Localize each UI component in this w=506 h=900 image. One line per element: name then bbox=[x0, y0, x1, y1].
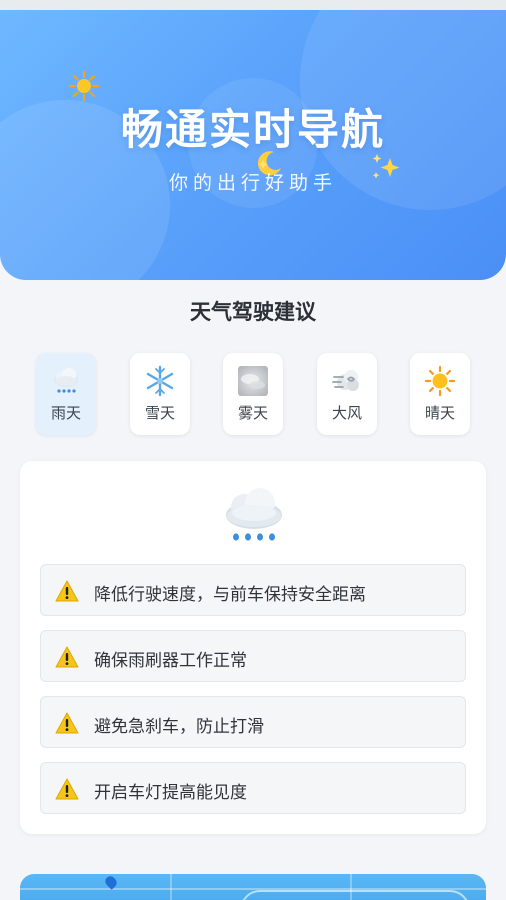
hero-banner: 畅通实时导航 你的出行好助手 bbox=[0, 10, 506, 280]
warning-icon bbox=[55, 712, 79, 734]
weather-tab-label: 雪天 bbox=[144, 404, 175, 422]
advice-tip: 确保雨刷器工作正常 bbox=[40, 630, 466, 682]
advice-tip-text: 开启车灯提高能见度 bbox=[94, 783, 247, 803]
snowflake-icon bbox=[146, 365, 174, 397]
weather-tab-sunny[interactable]: 晴天 bbox=[410, 353, 470, 435]
warning-icon bbox=[55, 646, 79, 668]
weather-tab-fog[interactable]: 雾天 bbox=[223, 353, 283, 435]
section-title: 天气驾驶建议 bbox=[190, 300, 316, 324]
weather-tab-label: 雨天 bbox=[50, 404, 81, 422]
sun-icon bbox=[424, 365, 456, 397]
advice-tip: 降低行驶速度，与前车保持安全距离 bbox=[40, 564, 466, 616]
advice-tip: 开启车灯提高能见度 bbox=[40, 762, 466, 814]
rain-cloud-icon bbox=[54, 368, 78, 393]
weather-tab-wind[interactable]: 大风 bbox=[317, 353, 377, 435]
weather-tab-snow[interactable]: 雪天 bbox=[130, 353, 190, 435]
advice-tip-text: 降低行驶速度，与前车保持安全距离 bbox=[94, 585, 366, 605]
advice-tip-text: 确保雨刷器工作正常 bbox=[94, 651, 247, 671]
map-overlay-button[interactable] bbox=[240, 890, 470, 900]
driving-advice-card: 降低行驶速度，与前车保持安全距离 确保雨刷器工作正常 避免急刹车，防止打滑 开启… bbox=[20, 461, 486, 834]
advice-tip-text: 避免急刹车，防止打滑 bbox=[94, 717, 264, 737]
weather-tab-rain[interactable]: 雨天 bbox=[36, 353, 96, 435]
warning-icon bbox=[55, 778, 79, 800]
wind-icon bbox=[332, 370, 359, 391]
weather-tab-label: 大风 bbox=[331, 404, 362, 422]
fog-icon bbox=[238, 366, 268, 396]
map-road bbox=[170, 874, 172, 900]
advice-tip: 避免急刹车，防止打滑 bbox=[40, 696, 466, 748]
status-bar-strip bbox=[0, 0, 506, 10]
rain-cloud-icon bbox=[226, 488, 282, 541]
hero-title: 畅通实时导航 bbox=[120, 105, 385, 154]
map-preview-card[interactable] bbox=[20, 874, 486, 900]
hero-subtitle: 你的出行好助手 bbox=[168, 172, 337, 194]
warning-icon bbox=[55, 580, 79, 602]
weather-tab-label: 晴天 bbox=[424, 404, 455, 422]
weather-tab-label: 雾天 bbox=[237, 404, 268, 422]
